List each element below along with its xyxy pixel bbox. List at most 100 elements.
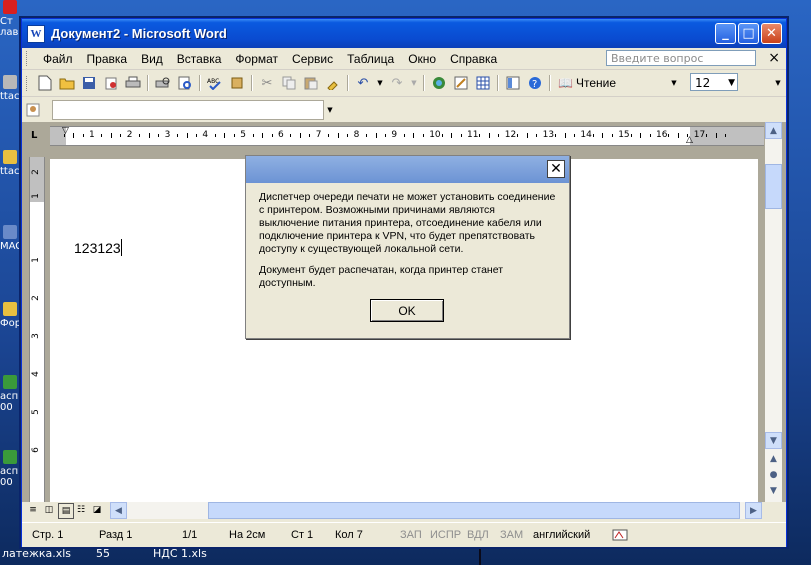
undo-icon[interactable]: ↶: [354, 74, 372, 92]
redo-dropdown-icon[interactable]: ▼: [410, 74, 418, 92]
reading-view-icon[interactable]: ◪: [90, 503, 104, 517]
desktop-icon[interactable]: MAG: [0, 225, 20, 252]
vertical-scrollbar[interactable]: ▲ ▼ ▲ ● ▼: [765, 122, 782, 502]
desktop-icon[interactable]: ttac: [0, 75, 20, 102]
insert-table-icon[interactable]: [474, 74, 492, 92]
document-text[interactable]: 123123: [74, 239, 122, 256]
menu-help[interactable]: Справка: [443, 52, 504, 66]
next-page-button[interactable]: ▼: [765, 482, 782, 499]
paste-icon[interactable]: [302, 74, 320, 92]
toolbar-options-icon[interactable]: ▼: [670, 74, 678, 92]
status-record[interactable]: ЗАП: [400, 529, 422, 541]
spelling-status-icon[interactable]: [612, 529, 630, 544]
toolbar-separator: [497, 75, 499, 91]
indent-marker[interactable]: ▽: [62, 127, 69, 136]
format-painter-icon[interactable]: [324, 74, 342, 92]
ruler-number: 4: [30, 371, 41, 377]
permission-icon[interactable]: [102, 74, 120, 92]
menu-table[interactable]: Таблица: [340, 52, 401, 66]
tables-borders-icon[interactable]: [452, 74, 470, 92]
desktop-icon[interactable]: ttac: [0, 150, 20, 177]
new-document-icon[interactable]: [36, 74, 54, 92]
toolbar-options-icon[interactable]: ▼: [774, 74, 782, 92]
dialog-message: Диспетчер очереди печати не может устано…: [259, 191, 556, 255]
desktop-file-label[interactable]: латежка.xls: [2, 545, 71, 563]
print-icon[interactable]: [124, 74, 142, 92]
style-icon[interactable]: [24, 101, 42, 119]
status-extend[interactable]: ВДЛ: [467, 529, 489, 541]
open-icon[interactable]: [58, 74, 76, 92]
minimize-button[interactable]: _: [715, 23, 736, 44]
toolbar-grip[interactable]: [26, 75, 30, 91]
ruler-tick: [214, 134, 216, 137]
title-bar[interactable]: W Документ2 - Microsoft Word _ □ ✕: [22, 19, 786, 48]
style-input[interactable]: [52, 99, 324, 120]
web-view-icon[interactable]: ◫: [42, 503, 56, 517]
scroll-left-button[interactable]: ◀: [110, 502, 127, 519]
scroll-down-button[interactable]: ▼: [765, 432, 782, 449]
reading-mode-button[interactable]: 📖 Чтение: [558, 76, 616, 90]
redo-icon[interactable]: ↷: [388, 74, 406, 92]
horizontal-ruler[interactable]: 1 2 3 4 5 6 7 8 9 10 11 12 13 14 15 16 17 ▽ △: [50, 126, 764, 146]
document-map-icon[interactable]: [504, 74, 522, 92]
scroll-up-button[interactable]: ▲: [765, 122, 782, 139]
ok-button[interactable]: OK: [370, 299, 444, 322]
ruler-number: 14: [580, 130, 592, 140]
right-indent-marker[interactable]: △: [686, 136, 693, 145]
status-overtype[interactable]: ЗАМ: [500, 529, 523, 541]
vertical-ruler[interactable]: 2 1 1 2 3 4 5 6: [29, 157, 45, 502]
desktop-icon[interactable]: асп 00: [0, 375, 20, 413]
font-size-select[interactable]: 12 ▼: [690, 73, 738, 91]
toolbar-options-icon[interactable]: ▼: [326, 101, 334, 119]
spelling-icon[interactable]: ABC: [206, 74, 224, 92]
tab-selector[interactable]: L: [31, 130, 43, 142]
scroll-thumb[interactable]: [765, 164, 782, 209]
save-icon[interactable]: [80, 74, 98, 92]
desktop-icon[interactable]: асп 00: [0, 450, 20, 488]
print-preview-icon[interactable]: [154, 74, 172, 92]
ask-question-input[interactable]: Введите вопрос: [606, 50, 756, 66]
desktop-icon-label: MAG: [0, 241, 20, 252]
menu-tools[interactable]: Сервис: [285, 52, 340, 66]
ruler-tick: [375, 133, 377, 138]
desktop-icon[interactable]: Ст лав: [0, 0, 20, 38]
desktop-icon[interactable]: Фор: [0, 302, 20, 329]
ruler-number: 5: [240, 130, 246, 140]
hyperlink-icon[interactable]: [430, 74, 448, 92]
toolbar-grip[interactable]: [26, 51, 30, 66]
scroll-right-button[interactable]: ▶: [745, 502, 762, 519]
scroll-thumb[interactable]: [208, 502, 740, 519]
status-track-changes[interactable]: ИСПР: [430, 529, 461, 541]
ruler-number: 1: [89, 130, 95, 140]
menu-view[interactable]: Вид: [134, 52, 170, 66]
copy-icon[interactable]: [280, 74, 298, 92]
dialog-title-bar[interactable]: ✕: [246, 156, 569, 183]
maximize-button[interactable]: □: [738, 23, 759, 44]
previous-page-button[interactable]: ▲: [765, 450, 782, 467]
menu-insert[interactable]: Вставка: [170, 52, 229, 66]
menu-format[interactable]: Формат: [228, 52, 285, 66]
outline-view-icon[interactable]: ☷: [74, 503, 88, 517]
ruler-tick: [592, 134, 594, 137]
desktop-file-label[interactable]: 55: [96, 545, 110, 563]
close-document-icon[interactable]: ×: [768, 50, 780, 66]
menu-file[interactable]: Файл: [36, 52, 80, 66]
dialog-close-button[interactable]: ✕: [547, 160, 565, 178]
ruler-tick: [441, 134, 443, 137]
desktop-file-label[interactable]: НДС 1.xls: [153, 545, 207, 563]
desktop-icon-label: асп 00: [0, 391, 19, 413]
normal-view-icon[interactable]: ≡: [26, 503, 40, 517]
research-book-icon[interactable]: [228, 74, 246, 92]
menu-edit[interactable]: Правка: [80, 52, 135, 66]
print-layout-icon[interactable]: ▤: [58, 503, 74, 519]
cut-icon[interactable]: ✂: [258, 74, 276, 92]
horizontal-scrollbar[interactable]: ◀ ▶: [110, 502, 762, 519]
text-cursor: [120, 239, 122, 256]
help-icon[interactable]: ?: [526, 74, 544, 92]
close-button[interactable]: ✕: [761, 23, 782, 44]
select-browse-object-button[interactable]: ●: [765, 466, 782, 483]
research-icon[interactable]: [176, 74, 194, 92]
undo-dropdown-icon[interactable]: ▼: [376, 74, 384, 92]
menu-window[interactable]: Окно: [401, 52, 443, 66]
ruler-tick: [337, 133, 339, 138]
